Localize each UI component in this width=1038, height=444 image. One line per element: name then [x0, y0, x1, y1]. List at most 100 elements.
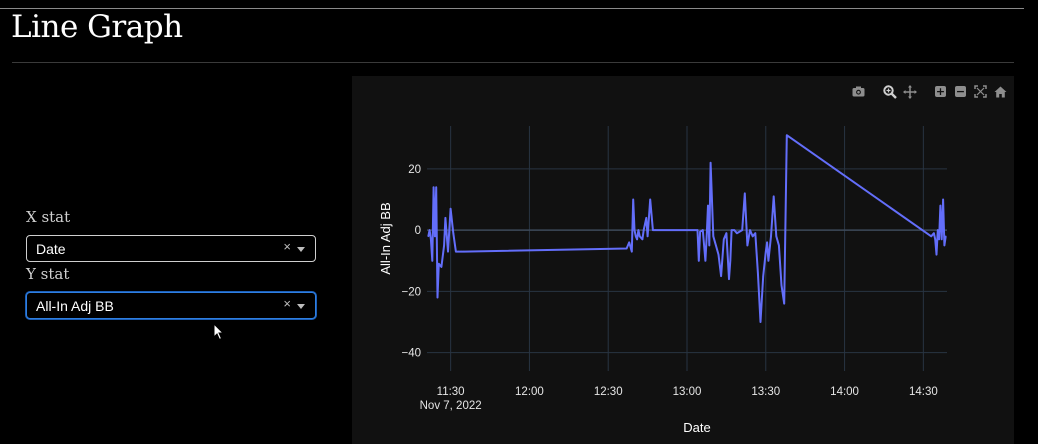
data-point — [759, 321, 762, 323]
data-point — [705, 235, 708, 238]
data-point — [765, 250, 767, 253]
page-title: Line Graph — [11, 9, 183, 45]
data-point — [631, 250, 633, 253]
data-point — [707, 204, 709, 207]
data-point — [736, 232, 738, 234]
data-point — [937, 229, 939, 231]
data-point — [654, 229, 657, 231]
data-point — [636, 238, 638, 241]
data-point — [440, 266, 443, 268]
data-point — [642, 229, 645, 231]
data-point — [637, 229, 640, 231]
data-point — [628, 241, 630, 244]
data-point — [699, 230, 701, 233]
x-tick-sublabel: Nov 7, 2022 — [420, 400, 482, 412]
data-point — [696, 229, 699, 231]
data-point — [757, 272, 759, 274]
data-point — [728, 278, 730, 280]
x-stat-value: Date — [36, 241, 66, 257]
data-point — [633, 229, 636, 231]
y-axis-title: All-In Adj BB — [378, 202, 393, 274]
data-point — [744, 192, 746, 195]
data-point — [436, 296, 439, 299]
clear-icon[interactable]: × — [283, 239, 291, 254]
data-point — [939, 204, 942, 207]
data-point — [455, 250, 457, 253]
data-point — [754, 232, 757, 234]
camera-icon[interactable] — [851, 84, 866, 99]
data-point — [698, 260, 700, 262]
line-chart[interactable]: 11:30 Nov 7, 2022 12:00 12:30 13:00 13:30 14:0… — [352, 76, 1014, 444]
data-point — [463, 250, 465, 253]
data-point — [762, 275, 764, 277]
data-point — [778, 244, 780, 247]
data-point — [934, 238, 936, 241]
data-point — [460, 250, 462, 253]
data-point — [772, 195, 775, 198]
data-point — [625, 247, 628, 250]
data-point — [431, 260, 434, 262]
x-tick-label: 13:30 — [751, 386, 780, 398]
data-point — [775, 235, 778, 238]
clear-icon[interactable]: × — [283, 296, 291, 311]
y-tick-label: 20 — [408, 164, 421, 176]
y-tick-label: −20 — [401, 286, 421, 298]
data-point — [715, 244, 717, 247]
data-point — [943, 244, 946, 247]
data-point — [729, 260, 732, 262]
data-point — [641, 238, 644, 241]
data-point — [652, 229, 654, 231]
data-point — [444, 217, 447, 219]
data-point — [712, 235, 715, 238]
data-point — [638, 235, 641, 238]
data-point — [434, 235, 436, 238]
data-point — [709, 162, 712, 164]
data-point — [702, 229, 704, 231]
data-point — [704, 260, 707, 262]
data-point — [944, 235, 947, 238]
zoom-out-icon[interactable]: − — [953, 84, 968, 99]
y-stat-label: Y stat — [26, 265, 70, 283]
modebar: + − — [851, 84, 1008, 99]
y-stat-dropdown[interactable]: All-In Adj BB × — [26, 292, 316, 319]
autoscale-icon[interactable] — [973, 84, 988, 99]
data-point — [635, 235, 637, 238]
y-tick-label: −40 — [401, 348, 421, 360]
data-point — [708, 244, 711, 247]
x-axis-title: Date — [683, 420, 710, 435]
data-point — [457, 250, 460, 253]
chevron-down-icon[interactable] — [297, 247, 305, 252]
data-point — [935, 253, 938, 256]
x-tick-label: 14:00 — [830, 386, 859, 398]
data-point — [632, 198, 634, 201]
x-tick-label: 12:30 — [594, 386, 623, 398]
data-point — [432, 186, 435, 189]
data-point — [783, 302, 785, 305]
chevron-down-icon[interactable] — [297, 304, 305, 309]
data-point — [940, 238, 943, 241]
data-point — [717, 253, 720, 256]
x-tick-label: 12:00 — [515, 386, 544, 398]
pan-icon[interactable] — [902, 84, 917, 99]
mouse-cursor-icon — [213, 323, 225, 341]
data-point — [786, 134, 788, 136]
data-point — [767, 260, 770, 262]
y-tick-label: 0 — [415, 225, 421, 237]
data-point — [645, 217, 648, 219]
zoom-icon[interactable] — [882, 84, 897, 99]
data-point — [427, 235, 430, 238]
x-stat-dropdown[interactable]: Date × — [26, 235, 316, 262]
home-icon[interactable] — [993, 84, 1008, 99]
x-stat-label: X stat — [26, 208, 71, 226]
data-point — [730, 229, 733, 231]
data-point — [942, 198, 944, 201]
line-graph-panel[interactable]: 11:30 Nov 7, 2022 12:00 12:30 13:00 13:30 14:0… — [352, 76, 1014, 444]
y-stat-value: All-In Adj BB — [36, 298, 114, 314]
zoom-in-icon[interactable]: + — [933, 84, 948, 99]
data-point — [938, 238, 940, 241]
data-point — [646, 235, 649, 238]
x-tick-label: 13:00 — [673, 386, 702, 398]
data-point — [723, 238, 725, 241]
data-point — [720, 275, 722, 277]
data-point — [649, 198, 651, 201]
